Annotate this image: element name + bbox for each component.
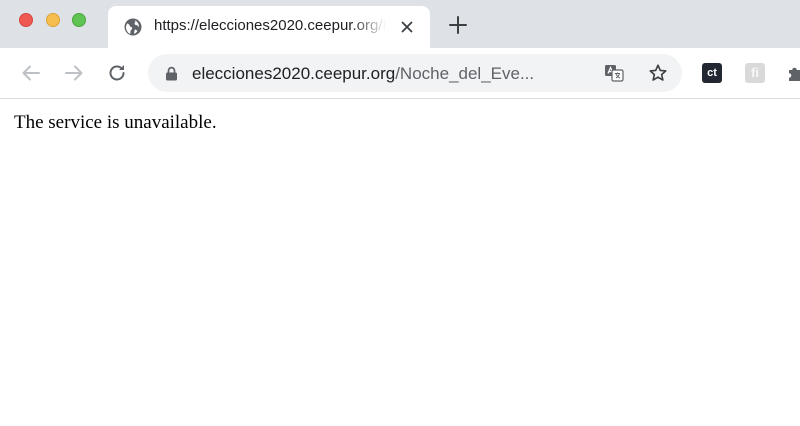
grey-extension-icon[interactable]: fi (745, 63, 765, 83)
puzzle-extension-icon[interactable] (786, 63, 800, 83)
back-arrow-icon[interactable] (20, 62, 42, 84)
reload-icon[interactable] (106, 62, 128, 84)
window-maximize-button[interactable] (72, 13, 86, 27)
browser-tab[interactable]: https://elecciones2020.ceepur.org/Noche_… (108, 6, 430, 48)
window-close-button[interactable] (19, 13, 33, 27)
error-message: The service is unavailable. (14, 112, 217, 133)
url-path: /Noche_del_Eve... (395, 64, 535, 83)
page-content: The service is unavailable. (0, 99, 800, 426)
window-minimize-button[interactable] (46, 13, 60, 27)
forward-arrow-icon[interactable] (63, 62, 85, 84)
ct-extension-label: ct (707, 67, 717, 79)
url-host: elecciones2020.ceepur.org (192, 64, 396, 83)
tab-strip: https://elecciones2020.ceepur.org/Noche_… (0, 0, 800, 48)
lock-icon[interactable] (165, 66, 178, 81)
close-icon[interactable] (398, 18, 416, 36)
plus-icon[interactable] (448, 15, 468, 35)
address-bar[interactable]: elecciones2020.ceepur.org/Noche_del_Eve.… (148, 54, 682, 92)
globe-icon (124, 18, 142, 36)
address-text[interactable]: elecciones2020.ceepur.org/Noche_del_Eve.… (192, 63, 592, 85)
star-icon[interactable] (648, 63, 668, 83)
ct-extension-icon[interactable]: ct (702, 63, 722, 83)
browser-toolbar: elecciones2020.ceepur.org/Noche_del_Eve.… (0, 48, 800, 99)
grey-extension-label: fi (751, 65, 759, 80)
tab-title: https://elecciones2020.ceepur.org/Noche_… (154, 17, 386, 34)
translate-icon[interactable] (604, 64, 624, 82)
